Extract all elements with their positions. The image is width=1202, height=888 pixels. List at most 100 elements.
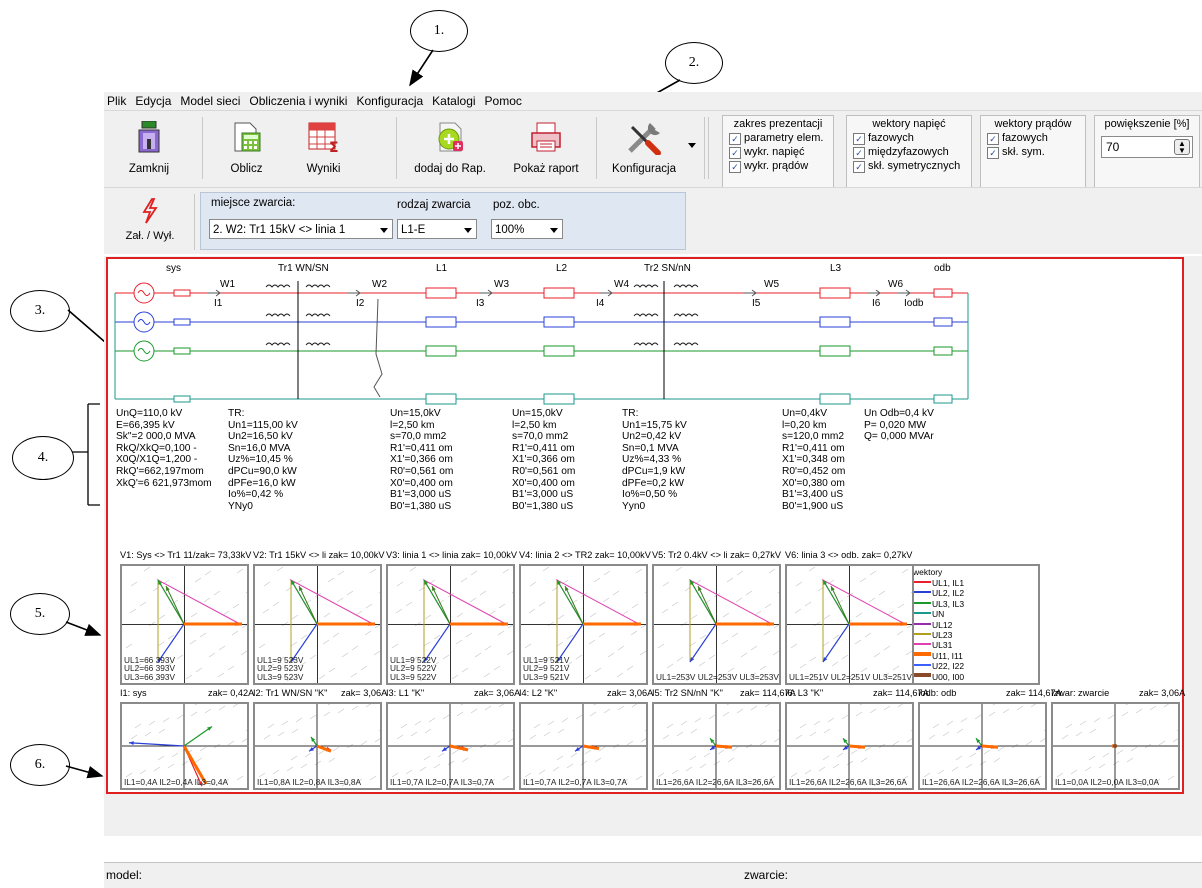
chevron-down-icon <box>380 228 388 233</box>
chevron-down-icon <box>550 228 558 233</box>
menu-konfiguracja[interactable]: Konfiguracja <box>353 92 429 108</box>
spinner-arrows-icon[interactable]: ▲ ▼ <box>1174 139 1190 155</box>
current-phasor-diagram[interactable]: IL1=0,7A IL2=0,7A IL3=0,7A <box>519 702 648 790</box>
menu-edycja[interactable]: Edycja <box>132 92 177 108</box>
current-diagram-caption: IL1=0,4A IL2=0,4A IL3=0,4A <box>124 777 229 788</box>
compute-label: Oblicz <box>230 163 263 175</box>
current-phasor-diagram[interactable]: IL1=26,6A IL2=26,6A IL3=26,6A <box>652 702 781 790</box>
current-diagram-name: I5: Tr2 SN/nN "K" <box>652 688 723 698</box>
checkbox-phase-current[interactable]: ✓ fazowych <box>987 132 1048 145</box>
fault-toggle-button[interactable]: Zał. / Wył. <box>110 194 190 248</box>
label-w4: W4 <box>614 279 629 290</box>
voltage-diagram-caption: UL1=9 521V UL2=9 521V UL3=9 521V <box>523 654 570 683</box>
network-schematic[interactable]: sys W1 Tr1 WN/SN W2 L1 W3 L2 W4 Tr2 SN/n… <box>108 259 1182 407</box>
results-button[interactable]: Σ Wyniki <box>286 111 361 183</box>
current-diagram-caption: IL1=0,8A IL2=0,8A IL3=0,8A <box>257 777 362 788</box>
voltage-vectors-title: wektory napięć <box>872 118 946 130</box>
fault-type-label: rodzaj zwarcia <box>397 199 471 211</box>
load-select[interactable]: 100% <box>491 219 563 239</box>
label-tr2: Tr2 SN/nN <box>644 263 691 274</box>
menu-model-sieci[interactable]: Model sieci <box>177 92 246 108</box>
fault-toolbar: Zał. / Wył. miejsce zwarcia: 2. W2: Tr1 … <box>104 187 1202 254</box>
checkbox-voltage-plot[interactable]: ✓ wykr. napięć <box>729 146 805 159</box>
voltage-phasor-diagram[interactable]: UL1=251V UL2=251V UL3=251V <box>785 564 914 685</box>
current-diagram-zak: zak= 3,06A <box>1139 688 1186 698</box>
label-l1: L1 <box>436 263 448 274</box>
voltage-phasor-diagram[interactable]: UL1=9 521V UL2=9 521V UL3=9 521V <box>519 564 648 685</box>
config-button[interactable]: Konfiguracja <box>594 111 694 183</box>
legend-item: UL1, IL1 <box>913 578 964 588</box>
params-odb: Un Odb=0,4 kV P= 0,020 MW Q= 0,000 MVAr <box>864 408 934 443</box>
current-diagram-caption: IL1=26,6A IL2=26,6A IL3=26,6A <box>656 777 774 788</box>
label-w1: W1 <box>220 279 235 290</box>
params-l2: Un=15,0kV l=2,50 km s=70,0 mm2 R1'=0,411… <box>512 408 576 512</box>
voltage-vectors-group: wektory napięć ✓ fazowych ✓ międzyfazowych… <box>846 115 972 189</box>
current-diagram-name: I3: L1 "K" <box>386 688 425 698</box>
svg-text:Σ: Σ <box>329 140 339 153</box>
voltage-diagram-title: V6: linia 3 <> odb. zak= 0,27kV <box>785 550 913 560</box>
current-diagram-zak: zak= 3,06A <box>341 688 388 698</box>
current-phasor-diagram[interactable]: IL1=0,8A IL2=0,8A IL3=0,8A <box>253 702 382 790</box>
label-iodb: Iodb <box>904 298 924 309</box>
menu-plik[interactable]: Plik <box>104 92 132 108</box>
close-label: Zamknij <box>128 163 170 175</box>
checkbox-param-elem[interactable]: ✓ parametry elem. <box>729 132 823 145</box>
params-l3: Un=0,4kV l=0,20 km s=120,0 mm2 R1'=0,411… <box>782 408 846 512</box>
compute-button[interactable]: Oblicz <box>209 111 284 183</box>
main-toolbar: Zamknij Oblicz Σ Wyniki dodaj do Rap. Po… <box>104 110 1202 189</box>
fault-location-select[interactable]: 2. W2: Tr1 15kV <> linia 1 <box>209 219 393 239</box>
current-diagram-caption: IL1=0,7A IL2=0,7A IL3=0,7A <box>523 777 628 788</box>
fault-type-select[interactable]: L1-E <box>397 219 477 239</box>
current-phasor-diagram[interactable]: IL1=0,0A IL2=0,0A IL3=0,0A <box>1051 702 1180 790</box>
network-canvas: sys W1 Tr1 WN/SN W2 L1 W3 L2 W4 Tr2 SN/n… <box>104 256 1202 836</box>
menu-obliczenia[interactable]: Obliczenia i wyniki <box>246 92 353 108</box>
checkbox-sym-voltage[interactable]: ✓ skł. symetrycznych <box>853 160 960 173</box>
config-dropdown-arrow[interactable] <box>688 143 696 148</box>
voltage-phasor-diagram[interactable]: UL1=253V UL2=253V UL3=253V <box>652 564 781 685</box>
current-diagram-name: Iodb: odb <box>918 688 957 698</box>
legend-title: wektory <box>913 567 943 577</box>
vector-legend: wektory UL1, IL1 UL2, IL2 UL3, IL3 UN UL12 UL… <box>908 564 1040 685</box>
zoom-title: powiększenie [%] <box>1104 118 1190 130</box>
current-phasor-diagram[interactable]: IL1=26,6A IL2=26,6A IL3=26,6A <box>918 702 1047 790</box>
tools-icon <box>628 123 661 155</box>
voltage-diagram-caption: UL1=253V UL2=253V UL3=253V <box>656 672 779 683</box>
current-phasor-diagram[interactable]: IL1=0,4A IL2=0,4A IL3=0,4A <box>120 702 249 790</box>
fault-toggle-label: Zał. / Wył. <box>125 230 175 242</box>
show-report-button[interactable]: Pokaż raport <box>500 111 592 183</box>
lightning-icon <box>142 198 158 224</box>
label-l2: L2 <box>556 263 568 274</box>
label-l3: L3 <box>830 263 842 274</box>
menu-pomoc[interactable]: Pomoc <box>482 92 528 108</box>
legend-item: U11, I11 <box>913 651 963 661</box>
status-bar: model: zwarcie: <box>104 862 1202 888</box>
zoom-group: powiększenie [%] 70 ▲ ▼ <box>1094 115 1200 189</box>
checkbox-phase-voltage[interactable]: ✓ fazowych <box>853 132 914 145</box>
label-w2: W2 <box>372 279 387 290</box>
legend-item: U00, I00 <box>913 672 964 682</box>
label-i6: I6 <box>872 298 881 309</box>
voltage-diagram-caption: UL1=66 393V UL2=66 393V UL3=66 393V <box>124 654 175 683</box>
menu-katalogi[interactable]: Katalogi <box>429 92 481 108</box>
params-tr2: TR: Un1=15,75 kV Un2=0,42 kV Sn=0,1 MVA … <box>622 408 687 512</box>
show-report-label: Pokaż raport <box>513 163 579 175</box>
current-phasor-diagram[interactable]: IL1=0,7A IL2=0,7A IL3=0,7A <box>386 702 515 790</box>
checkbox-current-plot[interactable]: ✓ wykr. prądów <box>729 160 808 173</box>
zoom-value: 70 <box>1106 140 1120 154</box>
close-button[interactable]: Zamknij <box>114 111 184 183</box>
voltage-diagram-caption: UL1=9 523V UL2=9 523V UL3=9 523V <box>257 654 304 683</box>
voltage-phasor-diagram[interactable]: UL1=9 523V UL2=9 523V UL3=9 523V <box>253 564 382 685</box>
voltage-diagram-caption: UL1=9 522V UL2=9 522V UL3=9 522V <box>390 654 437 683</box>
checkbox-sym-current[interactable]: ✓ skł. sym. <box>987 146 1045 159</box>
voltage-diagram-title: V2: Tr1 15kV <> li zak= 10,00kV <box>253 550 385 560</box>
voltage-phasor-diagram[interactable]: UL1=9 522V UL2=9 522V UL3=9 522V <box>386 564 515 685</box>
zoom-spinner[interactable]: 70 ▲ ▼ <box>1101 136 1193 158</box>
label-i3: I3 <box>476 298 485 309</box>
presentation-title: zakres prezentacji <box>733 118 823 130</box>
voltage-phasor-diagram[interactable]: UL1=66 393V UL2=66 393V UL3=66 393V <box>120 564 249 685</box>
legend-item: U22, I22 <box>913 661 964 671</box>
checkbox-interphase-voltage[interactable]: ✓ międzyfazowych <box>853 146 949 159</box>
add-report-button[interactable]: dodaj do Rap. <box>402 111 498 183</box>
current-phasor-diagram[interactable]: IL1=26,6A IL2=26,6A IL3=26,6A <box>785 702 914 790</box>
label-w5: W5 <box>764 279 779 290</box>
